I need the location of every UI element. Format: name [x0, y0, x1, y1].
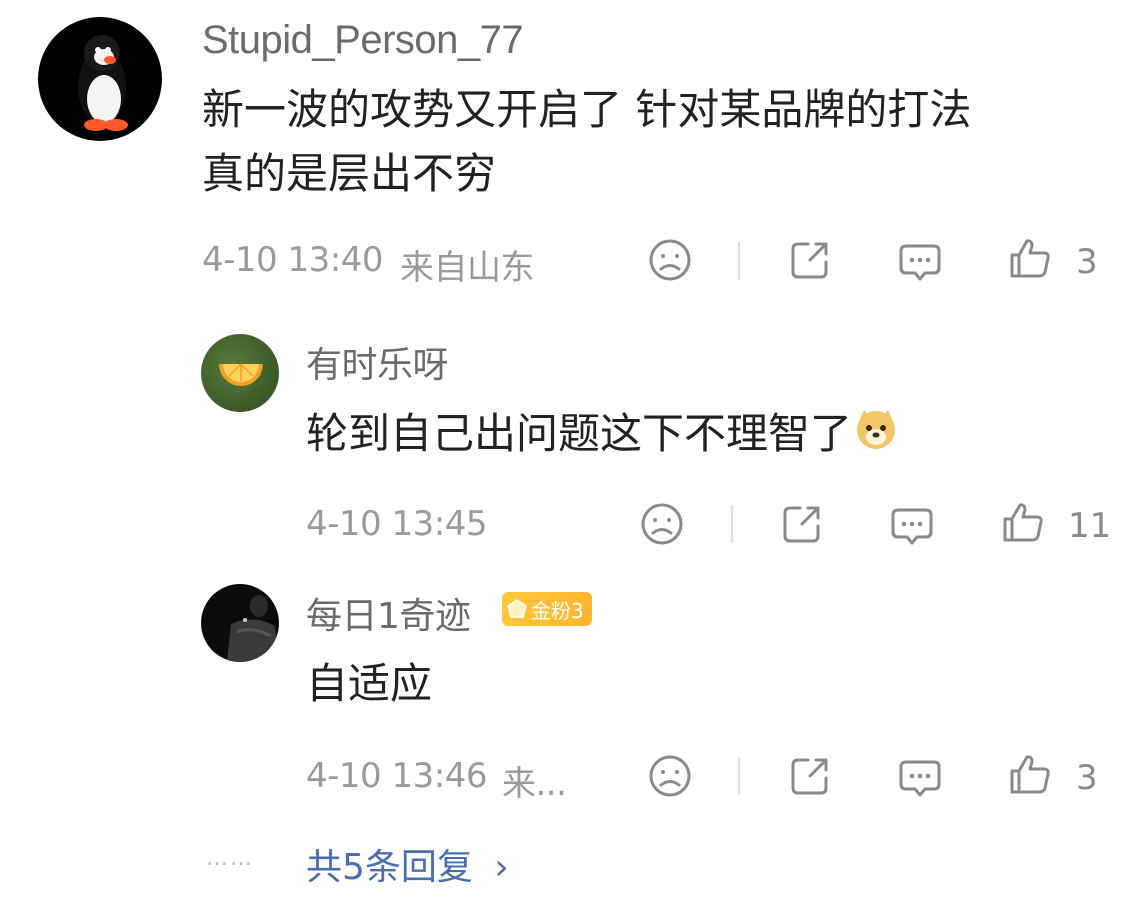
comment-time: 4-10 13:40 [202, 240, 383, 280]
comment-icon[interactable] [890, 504, 934, 548]
comment-text-line1: 新一波的攻势又开启了 针对某品牌的打法 [202, 85, 972, 134]
dark-figure-image [227, 595, 279, 662]
like-count: 11 [1068, 506, 1112, 546]
comment-location: 来自山东 [400, 248, 535, 288]
divider [731, 505, 733, 543]
reply-time: 4-10 13:46 [306, 756, 487, 796]
reply-location: 来... [502, 764, 567, 804]
badge-label: 金粉3 [531, 598, 584, 623]
share-icon[interactable] [788, 238, 832, 282]
like-count: 3 [1076, 758, 1098, 798]
like-icon[interactable] [1008, 752, 1052, 796]
comment-icon[interactable] [898, 756, 942, 800]
penguin-avatar-image [78, 35, 128, 131]
avatar-penguin[interactable] [38, 17, 162, 141]
crown-icon [507, 599, 527, 618]
reply-text-content: 轮到自己出问题这下不理智了 [306, 409, 853, 458]
doge-emoji-icon [854, 405, 898, 469]
comment-text-line2: 真的是层出不穷 [202, 149, 497, 198]
reply-text: 轮到自己出问题这下不理智了 [306, 402, 898, 469]
dislike-icon[interactable] [648, 754, 692, 798]
dislike-icon[interactable] [648, 238, 692, 282]
like-icon[interactable] [1001, 500, 1045, 544]
dislike-icon[interactable] [640, 502, 684, 546]
like-icon[interactable] [1008, 236, 1052, 280]
footer-dots: …… [206, 846, 254, 871]
reply-username[interactable]: 每日1奇迹 [306, 587, 471, 639]
reply-username[interactable]: 有时乐呀 [306, 336, 449, 388]
share-icon[interactable] [780, 502, 824, 546]
fan-badge: 金粉3 [502, 592, 592, 626]
reply-time: 4-10 13:45 [306, 504, 487, 544]
comment-icon[interactable] [898, 240, 942, 284]
divider [738, 757, 740, 795]
share-icon[interactable] [788, 754, 832, 798]
avatar-reply-1[interactable] [201, 334, 279, 412]
more-replies-link[interactable]: 共5条回复 › [306, 838, 509, 890]
username[interactable]: Stupid_Person_77 [202, 18, 524, 63]
like-count: 3 [1076, 242, 1098, 282]
chevron-right-icon: › [494, 847, 509, 888]
divider [738, 242, 740, 280]
more-replies-label: 共5条回复 [306, 847, 473, 888]
reply-text: 自适应 [306, 659, 433, 708]
orange-slice-image [219, 363, 263, 386]
avatar-reply-2[interactable] [201, 584, 279, 662]
